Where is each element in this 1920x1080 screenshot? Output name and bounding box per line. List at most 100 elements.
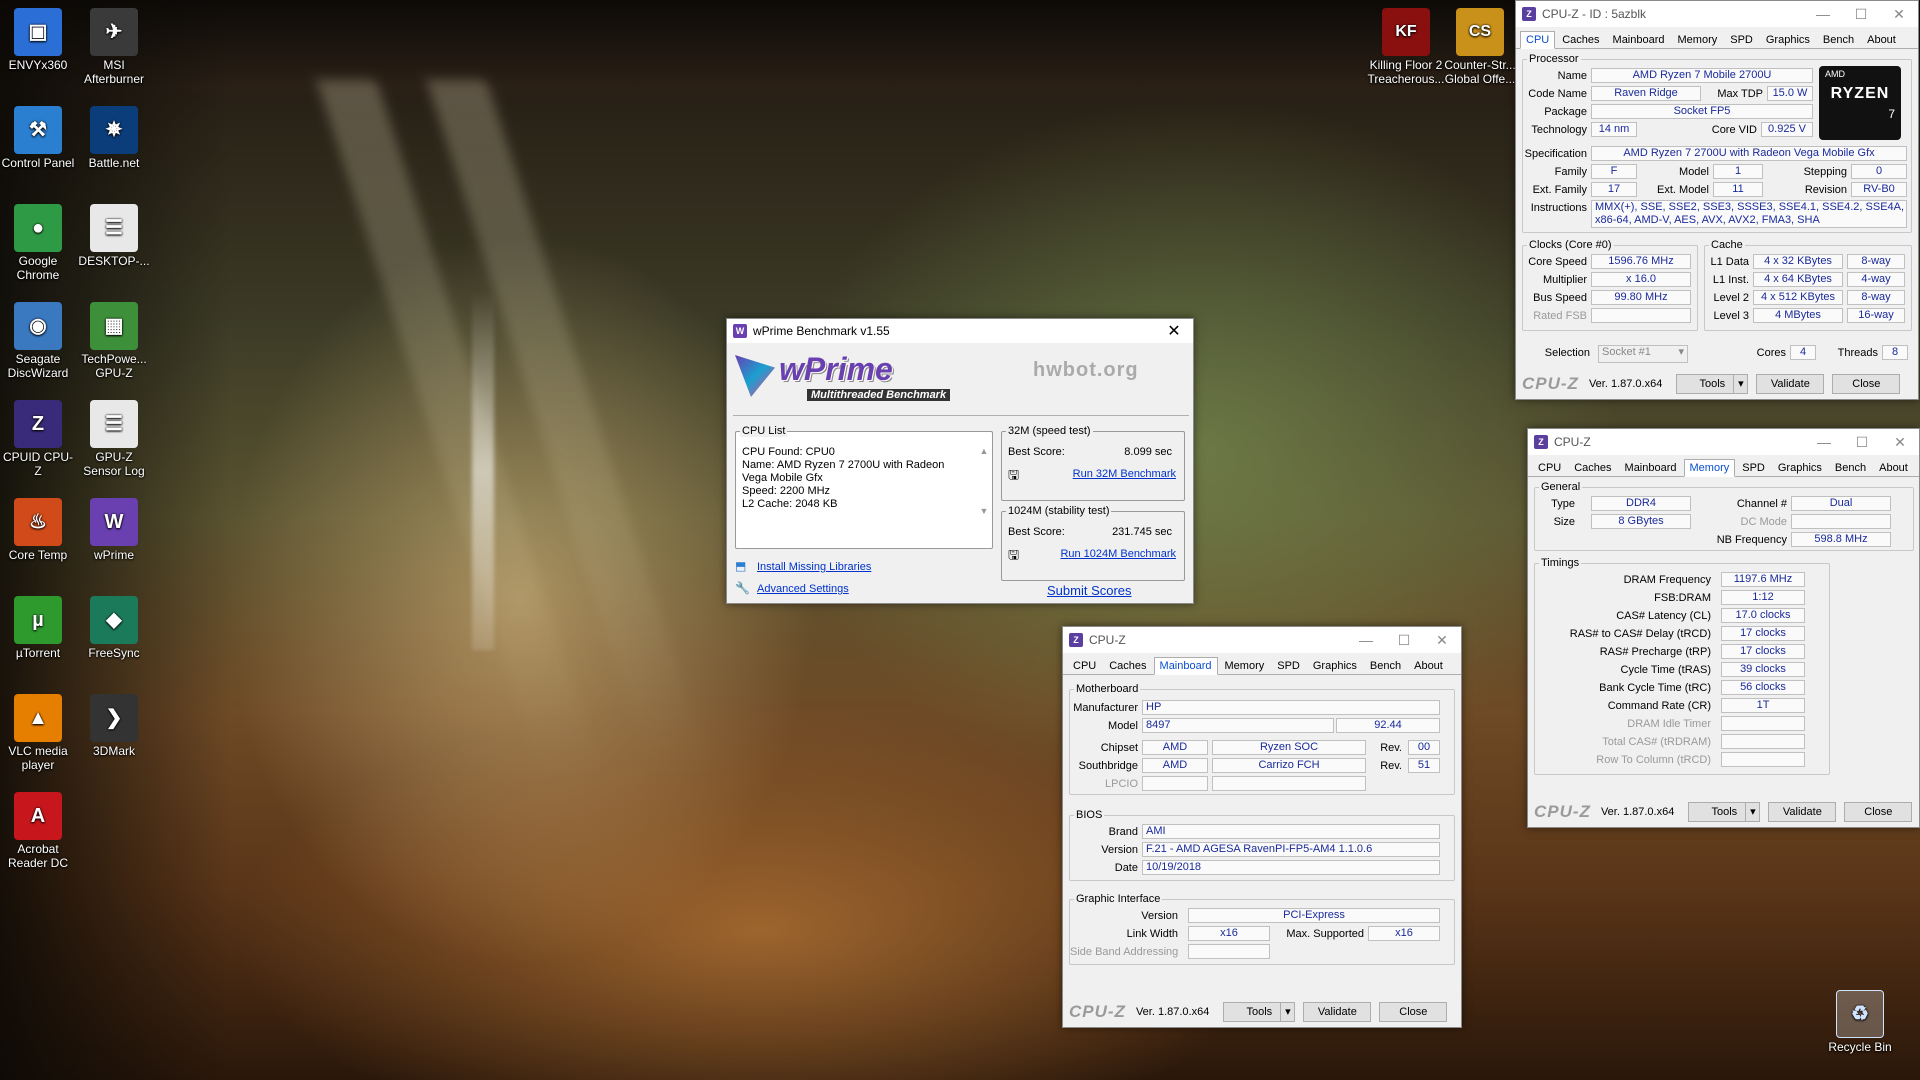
label: NB Frequency <box>1716 534 1787 546</box>
desktop-icon[interactable]: ● Google Chrome <box>0 204 76 282</box>
desktop-app-icon: ♨ <box>14 498 62 546</box>
lpcio-name <box>1212 776 1366 791</box>
desktop-icon[interactable]: ◆ FreeSync <box>76 596 152 660</box>
tab-cpu[interactable]: CPU <box>1067 657 1102 675</box>
label: Ext. Model <box>1657 184 1709 196</box>
side-band-addressing <box>1188 944 1270 959</box>
tab-spd[interactable]: SPD <box>1724 31 1759 49</box>
timing-label: DRAM Idle Timer <box>1627 718 1711 730</box>
timings-group: Timings DRAM Frequency 1197.6 MHz FSB:DRAM… <box>1534 557 1830 775</box>
submit-scores-link[interactable]: Submit Scores <box>1047 583 1132 598</box>
desktop-icon[interactable]: µ µTorrent <box>0 596 76 660</box>
tools-button[interactable]: Tools ▾ <box>1676 374 1749 394</box>
maximize-icon[interactable]: ☐ <box>1843 434 1881 451</box>
desktop-icon[interactable]: ✈ MSI Afterburner <box>76 8 152 86</box>
scrollbar[interactable]: ▲ ▼ <box>978 446 990 542</box>
label: Ext. Family <box>1532 184 1587 196</box>
recycle-bin[interactable]: ♻ Recycle Bin <box>1820 990 1900 1054</box>
tab-memory[interactable]: Memory <box>1219 657 1271 675</box>
label: Name <box>1557 70 1587 82</box>
southbridge-vendor: AMD <box>1142 758 1208 773</box>
label: Bus Speed <box>1533 292 1587 304</box>
desktop-icon[interactable]: ☰ GPU-Z Sensor Log <box>76 400 152 478</box>
tab-bench[interactable]: Bench <box>1817 31 1860 49</box>
tab-memory[interactable]: Memory <box>1683 459 1736 477</box>
desktop-icon[interactable]: A Acrobat Reader DC <box>0 792 76 870</box>
label: L1 Inst. <box>1712 274 1749 286</box>
minimize-icon[interactable]: — <box>1805 434 1843 451</box>
validate-button[interactable]: Validate <box>1303 1002 1372 1022</box>
advanced-settings-link[interactable]: Advanced Settings <box>757 583 849 595</box>
tab-caches[interactable]: Caches <box>1103 657 1152 675</box>
close-icon[interactable]: ✕ <box>1155 321 1193 341</box>
desktop-icon[interactable]: ◉ Seagate DiscWizard <box>0 302 76 380</box>
close-button[interactable]: Close <box>1832 374 1901 394</box>
tab-bench[interactable]: Bench <box>1829 459 1872 477</box>
tab-graphics[interactable]: Graphics <box>1307 657 1363 675</box>
validate-button[interactable]: Validate <box>1756 374 1825 394</box>
chevron-down-icon: ▾ <box>1733 375 1747 393</box>
tools-button[interactable]: Tools ▾ <box>1688 802 1761 822</box>
minimize-icon[interactable]: — <box>1347 632 1385 649</box>
close-icon[interactable]: ✕ <box>1423 632 1461 649</box>
label: Selection <box>1544 347 1590 359</box>
tab-graphics[interactable]: Graphics <box>1760 31 1816 49</box>
minimize-icon[interactable]: — <box>1804 6 1842 23</box>
desktop-icon[interactable]: Z CPUID CPU-Z <box>0 400 76 478</box>
desktop-icon-label: wPrime <box>93 548 134 562</box>
maximize-icon[interactable]: ☐ <box>1842 6 1880 23</box>
wprime-titlebar[interactable]: W wPrime Benchmark v1.55 ✕ <box>727 319 1193 343</box>
tab-mainboard[interactable]: Mainboard <box>1153 657 1218 675</box>
desktop-app-icon: ❯ <box>90 694 138 742</box>
desktop-icon[interactable]: ⚒ Control Panel <box>0 106 76 170</box>
desktop-icon[interactable]: CS Counter-Str... Global Offe... <box>1440 8 1520 86</box>
tab-cpu[interactable]: CPU <box>1532 459 1567 477</box>
tab-bench[interactable]: Bench <box>1364 657 1407 675</box>
validate-button[interactable]: Validate <box>1768 802 1837 822</box>
label: Manufacturer <box>1073 702 1138 714</box>
install-libraries-link[interactable]: Install Missing Libraries <box>757 561 871 573</box>
divider <box>733 415 1189 416</box>
tab-about[interactable]: About <box>1873 459 1914 477</box>
tab-spd[interactable]: SPD <box>1271 657 1306 675</box>
tab-graphics[interactable]: Graphics <box>1772 459 1828 477</box>
close-button[interactable]: Close <box>1844 802 1913 822</box>
cpuz-footer: CPU-Z Ver. 1.87.0.x64 Tools ▾ Validate Cl… <box>1516 369 1918 399</box>
cpuz-logo: CPU-Z <box>1522 374 1579 393</box>
tab-mainboard[interactable]: Mainboard <box>1619 459 1683 477</box>
tab-about[interactable]: About <box>1861 31 1902 49</box>
tab-caches[interactable]: Caches <box>1568 459 1617 477</box>
close-icon[interactable]: ✕ <box>1880 6 1918 23</box>
ryzen-tier: 7 <box>1888 107 1895 121</box>
close-icon[interactable]: ✕ <box>1881 434 1919 451</box>
tab-about[interactable]: About <box>1408 657 1449 675</box>
run-32m-button[interactable]: Run 32M Benchmark <box>1073 468 1176 480</box>
selection-dropdown[interactable]: Socket #1 ▾ <box>1598 345 1688 363</box>
tab-spd[interactable]: SPD <box>1736 459 1771 477</box>
tools-button[interactable]: Tools ▾ <box>1223 1002 1296 1022</box>
desktop-icon[interactable]: ☰ DESKTOP-... <box>76 204 152 268</box>
run-1024m-button[interactable]: Run 1024M Benchmark <box>1060 548 1176 560</box>
desktop-icon[interactable]: ♨ Core Temp <box>0 498 76 562</box>
label: Link Width <box>1126 928 1178 940</box>
tab-cpu[interactable]: CPU <box>1520 31 1556 49</box>
cpuz-titlebar[interactable]: Z CPU-Z — ☐ ✕ <box>1063 627 1461 653</box>
selection-value: Socket #1 <box>1602 346 1651 358</box>
tab-memory[interactable]: Memory <box>1672 31 1724 49</box>
cpuz-titlebar[interactable]: Z CPU-Z - ID : 5azblk — ☐ ✕ <box>1516 1 1918 27</box>
maximize-icon[interactable]: ☐ <box>1385 632 1423 649</box>
chevron-down-icon: ▾ <box>1678 346 1684 358</box>
desktop-icon[interactable]: KF Killing Floor 2 Treacherous... <box>1366 8 1446 86</box>
tab-caches[interactable]: Caches <box>1556 31 1605 49</box>
cpuz-titlebar[interactable]: Z CPU-Z — ☐ ✕ <box>1528 429 1919 455</box>
desktop-icon[interactable]: ▣ ENVYx360 <box>0 8 76 72</box>
close-button[interactable]: Close <box>1379 1002 1448 1022</box>
desktop-icon[interactable]: ▲ VLC media player <box>0 694 76 772</box>
desktop-icon[interactable]: ▦ TechPowe... GPU-Z <box>76 302 152 380</box>
desktop-icon[interactable]: ❯ 3DMark <box>76 694 152 758</box>
desktop-icon[interactable]: WwPrime <box>76 498 152 562</box>
desktop-icon[interactable]: ✵ Battle.net <box>76 106 152 170</box>
manufacturer: HP <box>1142 700 1440 715</box>
desktop-icon-label: Acrobat Reader DC <box>7 842 69 870</box>
tab-mainboard[interactable]: Mainboard <box>1607 31 1671 49</box>
